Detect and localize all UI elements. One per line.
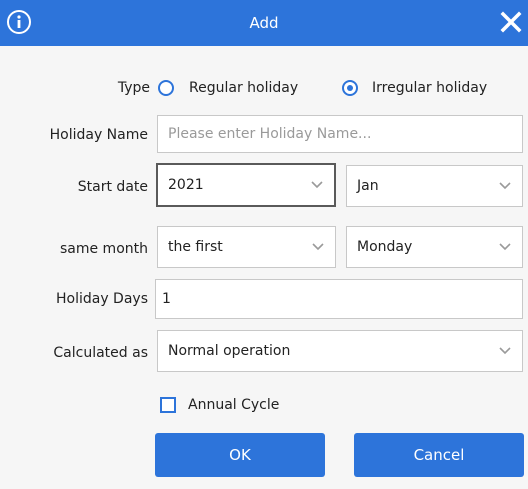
dialog-titlebar: Add — [0, 0, 528, 46]
holiday-days-input[interactable]: 1 — [155, 279, 523, 319]
start-year-select[interactable]: 2021 — [156, 163, 336, 207]
holiday-name-label: Holiday Name — [49, 127, 148, 143]
chevron-down-icon — [499, 243, 511, 251]
chevron-down-icon — [499, 182, 511, 190]
irregular-holiday-label[interactable]: Irregular holiday — [372, 79, 487, 97]
irregular-holiday-radio[interactable] — [342, 80, 358, 96]
chevron-down-icon — [312, 243, 324, 251]
same-month-ordinal-select[interactable]: the first — [157, 226, 336, 268]
same-month-weekday-value: Monday — [357, 239, 413, 255]
annual-cycle-label[interactable]: Annual Cycle — [188, 396, 279, 414]
holiday-days-label: Holiday Days — [55, 291, 148, 307]
dialog-title: Add — [249, 14, 279, 32]
type-label: Type — [117, 80, 150, 96]
calculated-as-select[interactable]: Normal operation — [157, 330, 523, 372]
start-date-label: Start date — [77, 179, 148, 195]
cancel-button[interactable]: Cancel — [354, 433, 524, 477]
start-year-value: 2021 — [168, 177, 204, 193]
same-month-ordinal-value: the first — [168, 239, 223, 255]
start-month-select[interactable]: Jan — [346, 165, 523, 207]
annual-cycle-checkbox[interactable] — [160, 397, 176, 413]
regular-holiday-label[interactable]: Regular holiday — [189, 79, 298, 97]
chevron-down-icon — [311, 181, 323, 189]
calculated-as-value: Normal operation — [168, 343, 291, 359]
calculated-as-label: Calculated as — [53, 345, 148, 361]
start-month-value: Jan — [357, 178, 379, 194]
dialog-body: Type Regular holiday Irregular holiday H… — [0, 46, 528, 489]
holiday-name-input[interactable]: Please enter Holiday Name... — [157, 115, 523, 153]
close-icon[interactable] — [498, 8, 524, 36]
ok-button[interactable]: OK — [155, 433, 325, 477]
regular-holiday-radio[interactable] — [158, 80, 174, 96]
same-month-weekday-select[interactable]: Monday — [346, 226, 523, 268]
chevron-down-icon — [499, 347, 511, 355]
same-month-label: same month — [59, 241, 148, 257]
